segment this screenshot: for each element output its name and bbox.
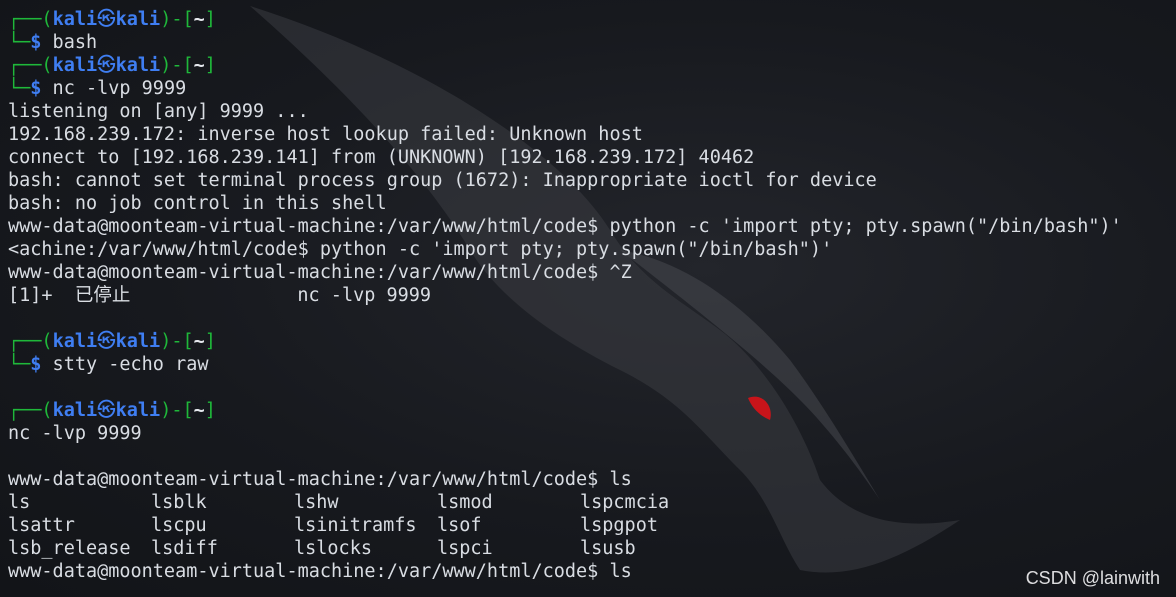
prompt-user: kali (52, 55, 98, 76)
prompt-separator: )-[ (160, 400, 194, 421)
prompt-close: ] (204, 55, 216, 76)
ls-entry: lsmod (437, 492, 493, 513)
ls-entry: lshw (294, 492, 339, 513)
prompt-dollar: $ (30, 78, 42, 99)
prompt-corner: ┌──( (8, 9, 53, 30)
ls-entry: lsdiff (151, 538, 218, 559)
output-line: nc -lvp 9999 (8, 423, 142, 444)
terminal-window[interactable]: ┌──(kali㉿kali)-[~] └─$ bash ┌──(kali㉿kal… (0, 0, 1176, 597)
ls-entry: lscpu (151, 515, 207, 536)
prompt-user: kali (52, 331, 98, 352)
prompt-separator: )-[ (160, 55, 194, 76)
prompt-close: ] (204, 331, 216, 352)
prompt-separator: )-[ (160, 9, 194, 30)
kali-symbol-icon: ㉿ (97, 9, 116, 30)
output-line: bash: no job control in this shell (8, 193, 387, 214)
prompt-host: kali (115, 331, 161, 352)
ls-entry: lspci (437, 538, 493, 559)
prompt-corner: └─ (8, 32, 31, 53)
ls-output-row: ls lsblk lshw lsmod lspcmcia (8, 491, 1176, 514)
prompt-corner: ┌──( (8, 331, 53, 352)
command-line: └─$ stty -echo raw (8, 353, 1176, 376)
output-line: connect to [192.168.239.141] from (UNKNO… (8, 147, 755, 168)
output-line: www-data@moonteam-virtual-machine:/var/w… (8, 561, 632, 582)
ls-entry: lspgpot (580, 515, 658, 536)
prompt-dir: ~ (193, 55, 205, 76)
command-line: └─$ nc -lvp 9999 (8, 77, 1176, 100)
ls-output-row: lsb_release lsdiff lslocks lspci lsusb (8, 537, 1176, 560)
output-line: www-data@moonteam-virtual-machine:/var/w… (8, 469, 632, 490)
ls-entry: lspcmcia (580, 492, 670, 513)
prompt-corner: ┌──( (8, 400, 53, 421)
prompt-header: ┌──(kali㉿kali)-[~] (8, 399, 1176, 422)
prompt-user: kali (52, 400, 98, 421)
prompt-dollar: $ (30, 354, 42, 375)
ls-entry: lsusb (580, 538, 636, 559)
watermark: CSDN @lainwith (1025, 568, 1160, 588)
prompt-close: ] (204, 400, 216, 421)
prompt-separator: )-[ (160, 331, 194, 352)
ls-entry: lslocks (294, 538, 372, 559)
prompt-host: kali (115, 9, 161, 30)
ls-entry: ls (8, 492, 31, 513)
command-text: nc -lvp 9999 (41, 78, 187, 99)
ls-output-row: lsattr lscpu lsinitramfs lsof lspgpot (8, 514, 1176, 537)
prompt-dir: ~ (193, 9, 205, 30)
command-text: bash (41, 32, 98, 53)
output-line: www-data@moonteam-virtual-machine:/var/w… (8, 216, 1122, 237)
output-line: bash: cannot set terminal process group … (8, 170, 877, 191)
kali-symbol-icon: ㉿ (97, 400, 116, 421)
command-text: stty -echo raw (41, 354, 209, 375)
ls-entry: lsblk (151, 492, 207, 513)
kali-symbol-icon: ㉿ (97, 55, 116, 76)
output-line: 192.168.239.172: inverse host lookup fai… (8, 124, 643, 145)
prompt-header: ┌──(kali㉿kali)-[~] (8, 54, 1176, 77)
output-line: listening on [any] 9999 ... (8, 101, 309, 122)
prompt-host: kali (115, 55, 161, 76)
prompt-corner: └─ (8, 78, 31, 99)
output-line: www-data@moonteam-virtual-machine:/var/w… (8, 262, 632, 283)
prompt-dollar: $ (30, 32, 42, 53)
job-status-line: [1]+ 已停止 nc -lvp 9999 (8, 285, 432, 306)
ls-entry: lsof (437, 515, 482, 536)
prompt-dir: ~ (193, 400, 205, 421)
prompt-header: ┌──(kali㉿kali)-[~] (8, 330, 1176, 353)
ls-entry: lsattr (8, 515, 75, 536)
command-line: └─$ bash (8, 31, 1176, 54)
prompt-header: ┌──(kali㉿kali)-[~] (8, 8, 1176, 31)
prompt-user: kali (52, 9, 98, 30)
prompt-corner: └─ (8, 354, 31, 375)
output-line: <achine:/var/www/html/code$ python -c 'i… (8, 239, 833, 260)
ls-entry: lsinitramfs (294, 515, 417, 536)
ls-entry: lsb_release (8, 538, 131, 559)
prompt-host: kali (115, 400, 161, 421)
prompt-close: ] (204, 9, 216, 30)
kali-symbol-icon: ㉿ (97, 331, 116, 352)
prompt-corner: ┌──( (8, 55, 53, 76)
prompt-dir: ~ (193, 331, 205, 352)
